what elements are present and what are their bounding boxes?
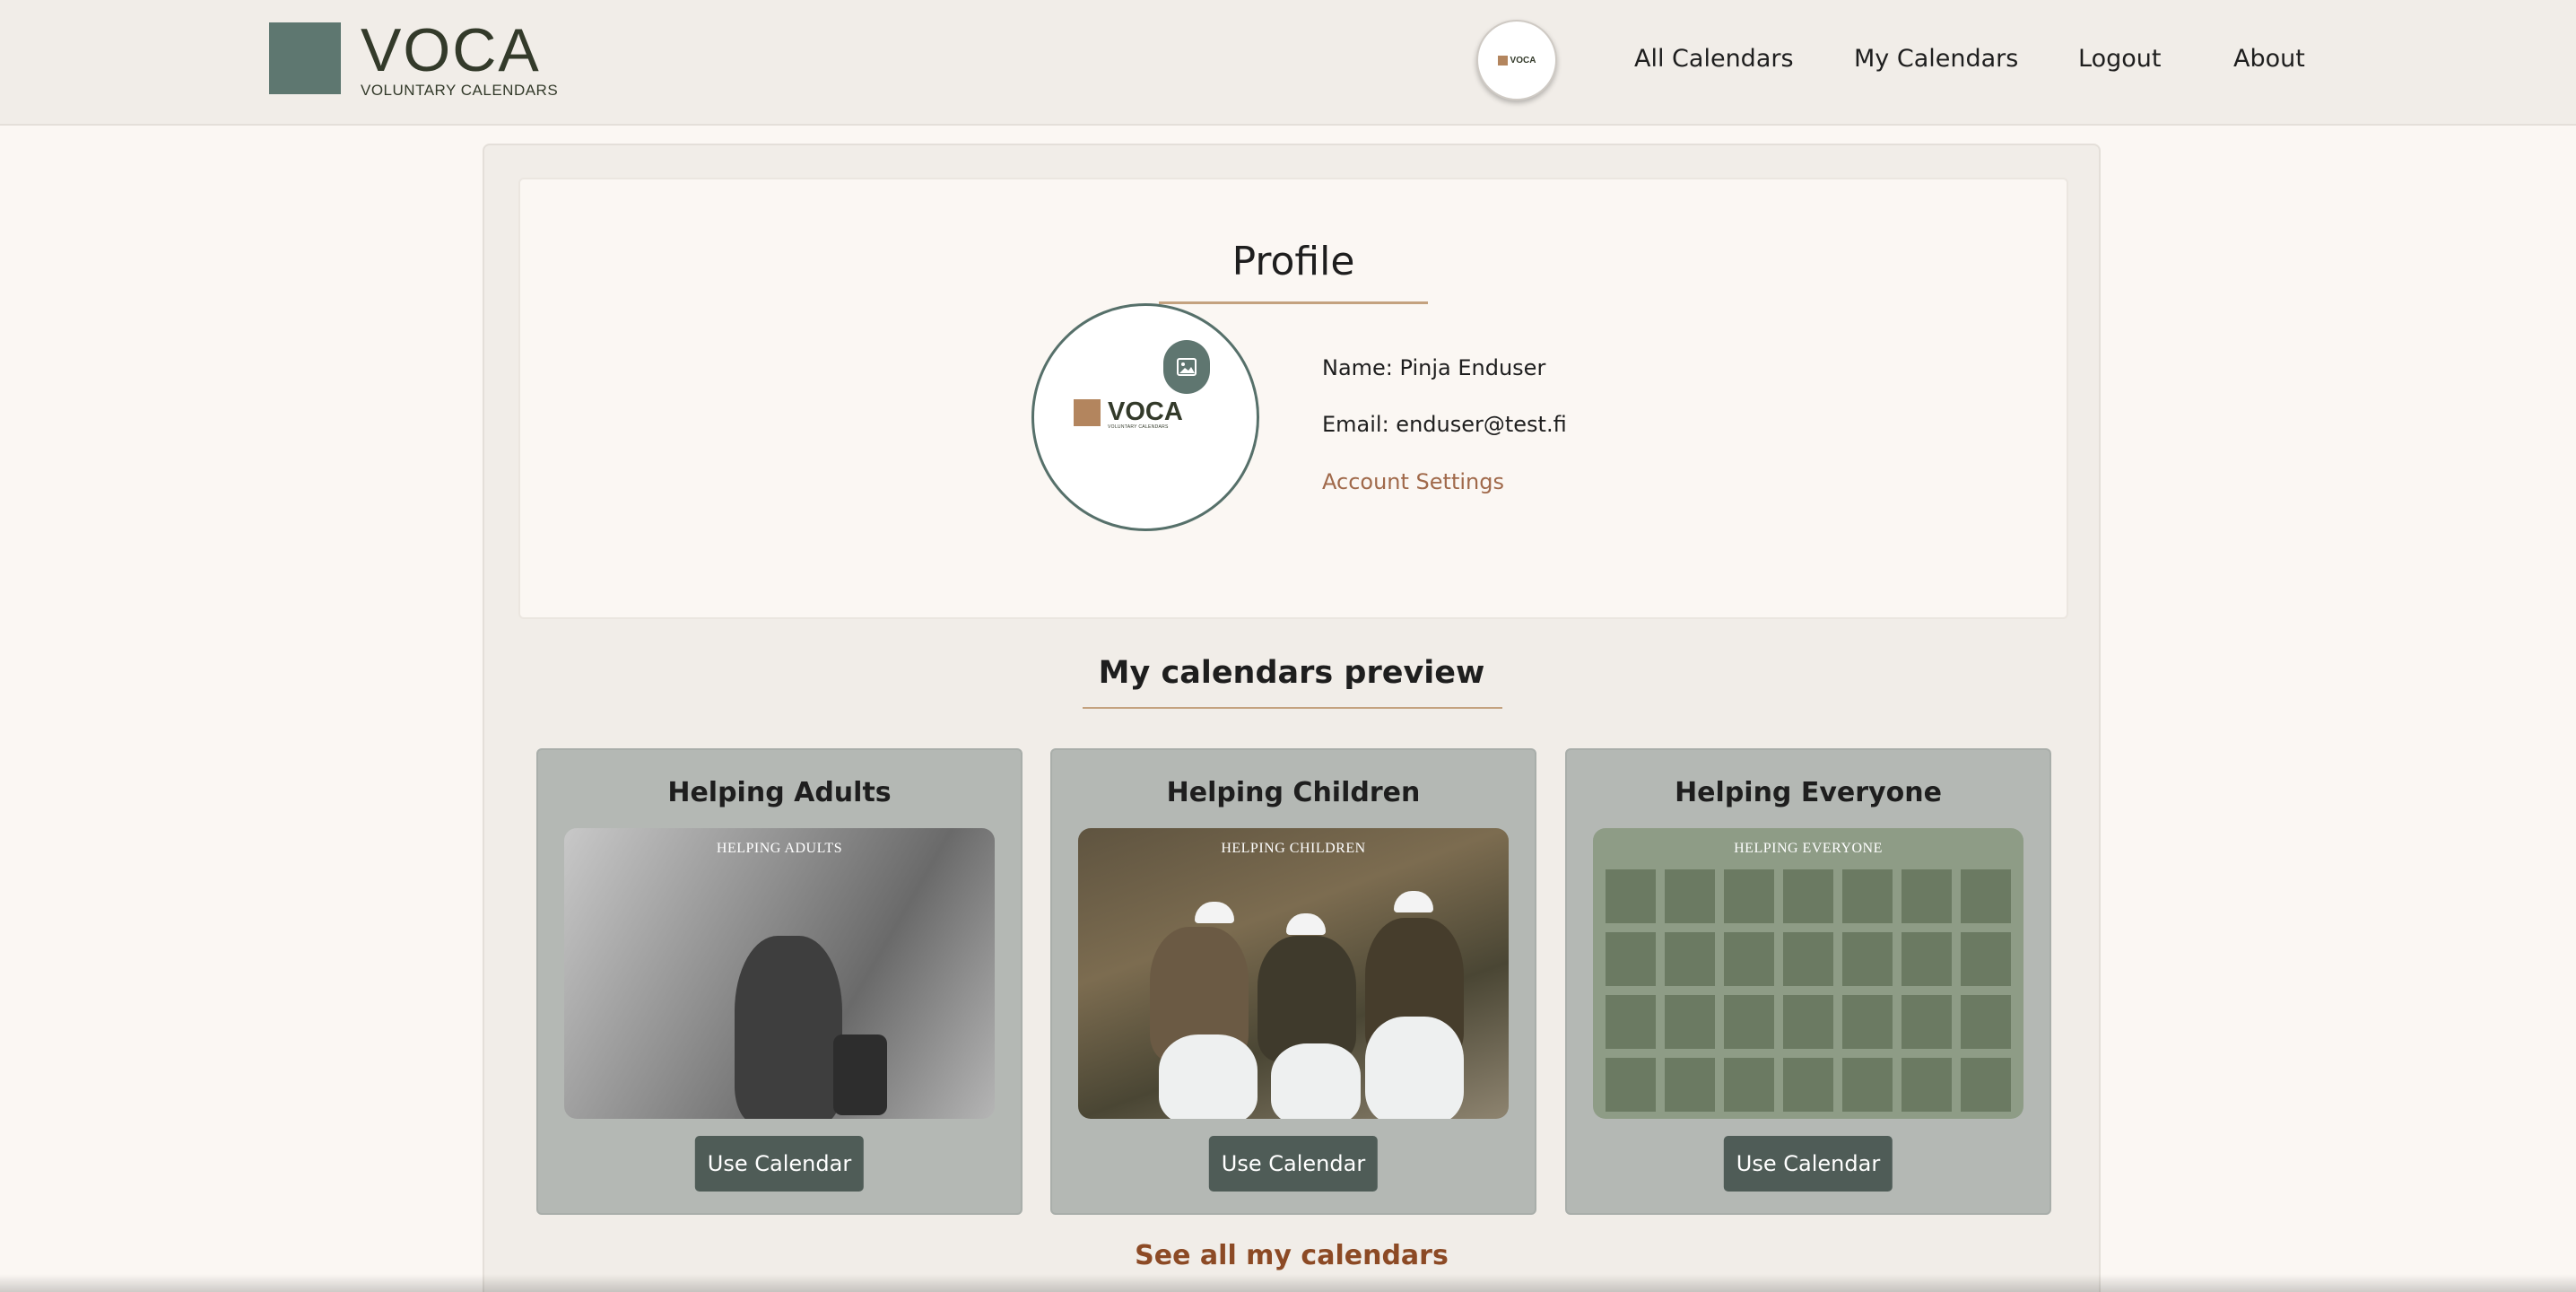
calendar-cell bbox=[1842, 995, 1893, 1049]
logo-square bbox=[269, 22, 341, 94]
calendar-cell bbox=[1783, 995, 1833, 1049]
calendar-cell bbox=[1783, 1058, 1833, 1112]
use-calendar-button[interactable]: Use Calendar bbox=[1723, 1136, 1893, 1192]
calendars-preview-title: My calendars preview bbox=[1098, 655, 1485, 691]
profile-card: Profile VOCA VOLUNTARY CALENDARS Name: P… bbox=[518, 178, 2068, 619]
calendar-cell bbox=[1724, 869, 1774, 923]
profile-logo-title: VOCA bbox=[1108, 397, 1183, 426]
calendar-thumbnail[interactable]: HELPING ADULTS bbox=[564, 828, 995, 1119]
calendar-cell bbox=[1842, 932, 1893, 986]
calendar-cell bbox=[1902, 869, 1952, 923]
calendar-cell bbox=[1902, 1058, 1952, 1112]
top-navbar: VOCA VOLUNTARY CALENDARS VOCA All Calend… bbox=[0, 0, 2576, 126]
profile-logo-square bbox=[1074, 399, 1101, 426]
calendar-card: Helping Children HELPING CHILDREN Use Ca… bbox=[1050, 748, 1536, 1215]
avatar-logo: VOCA bbox=[1497, 55, 1536, 65]
calendar-cell bbox=[1724, 932, 1774, 986]
calendar-cell bbox=[1606, 932, 1656, 986]
user-avatar-button[interactable]: VOCA bbox=[1476, 20, 1557, 100]
nav-my-calendars[interactable]: My Calendars bbox=[1854, 45, 2018, 73]
calendar-card-title: Helping Children bbox=[1166, 777, 1421, 808]
calendar-cell bbox=[1665, 995, 1715, 1049]
calendar-cell bbox=[1842, 1058, 1893, 1112]
calendar-cell bbox=[1606, 995, 1656, 1049]
profile-title: Profile bbox=[1231, 239, 1355, 284]
brand-subtitle: VOLUNTARY CALENDARS bbox=[361, 82, 559, 99]
calendar-cell bbox=[1724, 995, 1774, 1049]
nav-logout[interactable]: Logout bbox=[2078, 45, 2161, 73]
calendar-cell bbox=[1783, 869, 1833, 923]
calendar-card: Helping Adults HELPING ADULTS Use Calend… bbox=[536, 748, 1023, 1215]
use-calendar-button[interactable]: Use Calendar bbox=[1208, 1136, 1379, 1192]
calendars-title-underline bbox=[1083, 707, 1502, 709]
profile-avatar-logo: VOCA VOLUNTARY CALENDARS bbox=[1074, 399, 1183, 430]
nav-about[interactable]: About bbox=[2233, 45, 2305, 73]
volunteer-figure bbox=[1258, 936, 1356, 1061]
calendar-cell bbox=[1961, 932, 2011, 986]
calendar-cell bbox=[1842, 869, 1893, 923]
calendar-cell bbox=[1606, 1058, 1656, 1112]
profile-name: Name: Pinja Enduser bbox=[1322, 355, 1546, 380]
cap-shape bbox=[1394, 891, 1433, 912]
thumbnail-caption: HELPING CHILDREN bbox=[1221, 841, 1366, 856]
nav-all-calendars[interactable]: All Calendars bbox=[1634, 45, 1794, 73]
thumbnail-caption: HELPING ADULTS bbox=[716, 841, 843, 856]
calendar-card-title: Helping Everyone bbox=[1675, 777, 1942, 808]
change-photo-button[interactable] bbox=[1163, 340, 1210, 394]
calendar-thumbnail[interactable]: HELPING EVERYONE bbox=[1593, 828, 2023, 1119]
calendar-cell bbox=[1961, 869, 2011, 923]
calendar-cell bbox=[1665, 1058, 1715, 1112]
brand-text: VOCA VOLUNTARY CALENDARS bbox=[361, 16, 559, 100]
calendar-cell bbox=[1961, 1058, 2011, 1112]
avatar-logo-text: VOCA bbox=[1510, 55, 1536, 65]
calendar-thumbnail[interactable]: HELPING CHILDREN bbox=[1078, 828, 1509, 1119]
thumbnail-caption: HELPING EVERYONE bbox=[1734, 841, 1883, 856]
bottom-shadow bbox=[0, 1274, 2576, 1292]
brand-logo[interactable]: VOCA VOLUNTARY CALENDARS bbox=[269, 16, 559, 100]
calendar-cell bbox=[1724, 1058, 1774, 1112]
trash-bag-shape bbox=[1365, 1017, 1464, 1119]
profile-email: Email: enduser@test.fi bbox=[1322, 412, 1567, 437]
trash-bag-shape bbox=[1271, 1043, 1361, 1119]
brand-title: VOCA bbox=[361, 16, 541, 84]
calendar-cell bbox=[1606, 869, 1656, 923]
main-panel: Profile VOCA VOLUNTARY CALENDARS Name: P… bbox=[483, 144, 2101, 1292]
account-settings-link[interactable]: Account Settings bbox=[1322, 469, 1504, 494]
calendar-cell bbox=[1961, 995, 2011, 1049]
calendar-cell bbox=[1665, 869, 1715, 923]
cap-shape bbox=[1195, 902, 1234, 923]
calendar-cell bbox=[1902, 995, 1952, 1049]
calendar-cell bbox=[1665, 932, 1715, 986]
see-all-calendars-link[interactable]: See all my calendars bbox=[484, 1240, 2099, 1271]
profile-avatar: VOCA VOLUNTARY CALENDARS bbox=[1031, 303, 1259, 531]
avatar-logo-square bbox=[1497, 55, 1508, 65]
profile-logo-text: VOCA VOLUNTARY CALENDARS bbox=[1108, 397, 1183, 431]
profile-title-underline bbox=[1159, 301, 1428, 304]
use-calendar-button[interactable]: Use Calendar bbox=[694, 1136, 865, 1192]
image-icon bbox=[1177, 358, 1197, 376]
trash-bag-shape bbox=[1159, 1034, 1258, 1119]
equipment-figure bbox=[833, 1034, 887, 1115]
calendar-card-title: Helping Adults bbox=[667, 777, 892, 808]
firefighter-figure bbox=[735, 936, 842, 1119]
calendar-card: Helping Everyone HELPING EVERYONE Use Ca… bbox=[1565, 748, 2051, 1215]
cap-shape bbox=[1286, 913, 1326, 935]
calendar-cell bbox=[1783, 932, 1833, 986]
calendar-cell bbox=[1902, 932, 1952, 986]
calendar-grid bbox=[1606, 869, 2011, 1112]
